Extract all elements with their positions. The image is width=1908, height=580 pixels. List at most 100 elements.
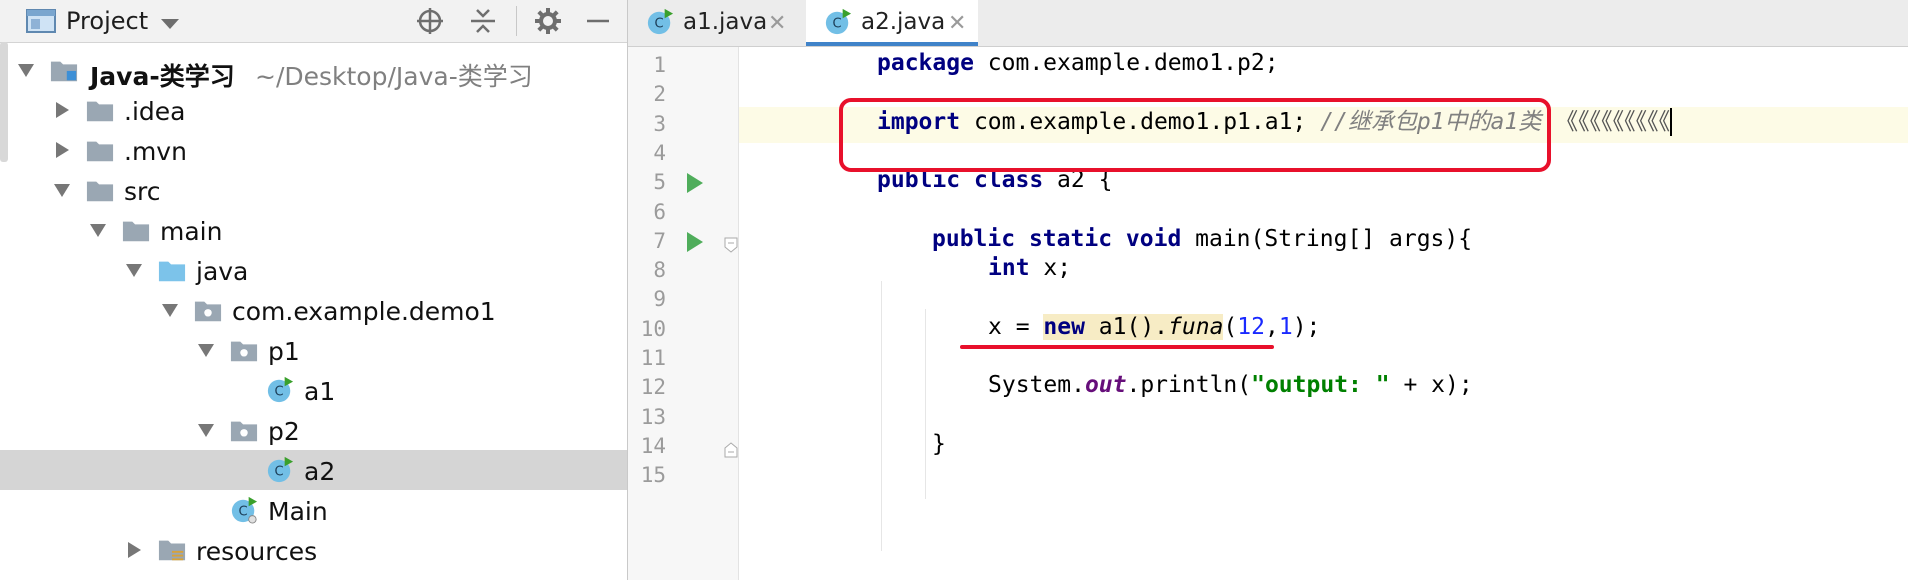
chevron-right-icon[interactable] (52, 140, 72, 160)
run-gutter-icon[interactable] (685, 231, 705, 253)
chevron-down-icon[interactable] (124, 260, 144, 280)
keyword: static (1028, 225, 1113, 252)
package-icon (230, 421, 258, 442)
number-literal: 1 (1278, 313, 1293, 340)
editor-gutter[interactable]: 1 2 3 4 5 6 7 8 9 10 11 12 13 14 15 (628, 47, 739, 580)
static-field: out (1084, 372, 1127, 399)
minimize-icon[interactable] (580, 3, 616, 39)
code-text: .println( (1126, 372, 1252, 399)
svg-text:C: C (275, 385, 284, 400)
line-number: 3 (653, 111, 666, 136)
folder-icon (86, 181, 114, 202)
tree-item-package-p1[interactable]: p1 (0, 330, 627, 370)
line-number: 11 (640, 346, 666, 370)
text-caret (1670, 108, 1673, 137)
run-gutter-icon[interactable] (685, 172, 705, 194)
keyword: package (877, 50, 974, 76)
line-number: 8 (653, 258, 666, 283)
annotation-box-import (839, 97, 1551, 172)
tree-item-package-p2[interactable]: p2 (0, 410, 627, 450)
chevron-down-icon[interactable] (160, 300, 180, 320)
tree-item-class-a2[interactable]: C a2 (0, 450, 627, 490)
line-number: 4 (653, 140, 666, 165)
folder-icon (122, 221, 150, 242)
chevron-right-icon[interactable] (124, 540, 144, 560)
tree-item-class-main[interactable]: C Main (0, 490, 627, 530)
svg-text:C: C (833, 17, 842, 32)
tree-label: a1 (304, 377, 336, 406)
tree-item-class-a1[interactable]: C a1 (0, 370, 627, 410)
tree-item-project-root[interactable]: Java-类学习 ~/Desktop/Java-类学习 (0, 50, 627, 91)
code-text: , (1264, 313, 1279, 340)
tab-label: a2.java (861, 9, 946, 35)
code-text: a1(). (1084, 313, 1169, 340)
code-text: } (932, 430, 946, 457)
chevron-down-icon[interactable] (16, 60, 36, 80)
tree-label: src (124, 177, 161, 206)
code-text: System. (988, 372, 1085, 399)
line-number: 6 (653, 199, 666, 224)
collapse-all-icon[interactable] (465, 3, 501, 39)
dropdown-icon[interactable] (160, 15, 180, 34)
line-number: 13 (640, 404, 666, 429)
java-class-icon: C (267, 376, 294, 403)
tree-label: p2 (268, 417, 300, 446)
package-icon (230, 341, 258, 362)
project-root-label: Java-类学习 (90, 62, 235, 91)
fold-icon[interactable] (724, 237, 738, 253)
tree-item-resources[interactable]: resources (0, 530, 627, 570)
chevron-down-icon[interactable] (196, 420, 216, 440)
code-line-14: } (932, 426, 946, 462)
package-icon (194, 301, 222, 322)
java-class-icon: C (231, 496, 258, 524)
resources-folder-icon (158, 540, 186, 561)
code-text: com.example.demo1.p2; (973, 50, 1279, 76)
tree-label: a2 (304, 457, 336, 486)
java-class-icon: C (647, 8, 674, 35)
tree-item-mvn[interactable]: .mvn (0, 130, 627, 170)
tree-item-idea[interactable]: .idea (0, 90, 627, 130)
code-editor[interactable]: package com.example.demo1.p2; import com… (739, 47, 1908, 580)
tree-item-src[interactable]: src (0, 170, 627, 210)
code-text: x = (988, 313, 1044, 340)
close-icon[interactable]: ✕ (768, 11, 786, 36)
locate-icon[interactable] (412, 3, 448, 39)
code-text: ); (1292, 313, 1321, 340)
line-number: 1 (653, 53, 666, 77)
editor-area: C a1.java ✕ C a2.java ✕ 1 2 3 4 5 6 7 8 … (628, 0, 1908, 580)
indent-guide (881, 281, 882, 551)
line-number: 7 (653, 228, 666, 253)
header-separator (516, 6, 517, 36)
code-text: main(String[] args){ (1181, 225, 1473, 252)
tab-a2-java[interactable]: C a2.java ✕ (806, 0, 978, 46)
gear-icon[interactable] (530, 3, 566, 39)
keyword: int (988, 255, 1030, 282)
chevron-down-icon[interactable] (52, 180, 72, 200)
code-line-8: int x; (988, 250, 1071, 286)
project-tool-window: Project Java-类学习 ~/Desktop/Java-类学习 .ide… (0, 0, 628, 580)
close-icon[interactable]: ✕ (948, 11, 966, 36)
fold-icon[interactable] (724, 442, 738, 458)
annotation-underline (960, 344, 1274, 349)
project-view-icon[interactable] (26, 9, 56, 33)
keyword: void (1125, 225, 1182, 252)
tree-item-java[interactable]: java (0, 250, 627, 290)
project-view-title[interactable]: Project (66, 7, 148, 35)
tree-label: com.example.demo1 (232, 297, 496, 326)
chevron-right-icon[interactable] (52, 100, 72, 120)
code-line-1: package com.example.demo1.p2; (877, 45, 1279, 81)
tree-label: .idea (124, 97, 186, 126)
tab-a1-java[interactable]: C a1.java ✕ (628, 0, 798, 46)
code-line-12: System.out.println("output: " + x); (988, 367, 1473, 403)
folder-icon (86, 101, 114, 122)
svg-text:C: C (275, 465, 284, 480)
tree-label: java (196, 257, 249, 286)
method-call: funa (1168, 313, 1224, 340)
chevron-down-icon[interactable] (196, 340, 216, 360)
svg-text:C: C (655, 17, 664, 32)
chevron-down-icon[interactable] (88, 220, 108, 240)
tree-item-package-demo1[interactable]: com.example.demo1 (0, 290, 627, 330)
code-text: x; (1029, 255, 1072, 282)
tree-item-main[interactable]: main (0, 210, 627, 250)
folder-icon (86, 141, 114, 162)
